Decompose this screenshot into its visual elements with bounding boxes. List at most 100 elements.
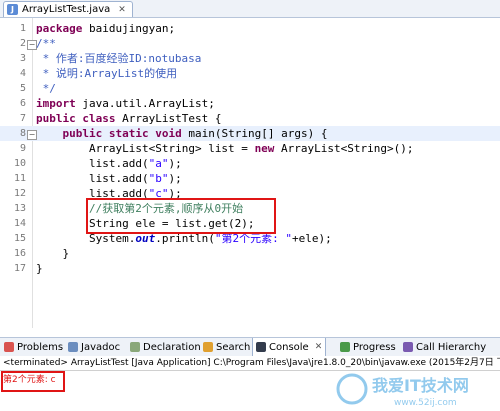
- line-number: 14: [13, 218, 26, 229]
- keyword: class: [82, 112, 116, 125]
- views-tab-bar: Problems Javadoc Declaration Search Cons…: [0, 337, 500, 357]
- line-number: 11: [13, 173, 26, 184]
- code-text: }: [36, 246, 70, 261]
- java-file-icon: J: [7, 4, 18, 15]
- code-token: .println(: [155, 232, 215, 245]
- keyword: void: [155, 127, 182, 140]
- code-text: public static void main(String[] args) {: [36, 126, 328, 141]
- problems-icon: [4, 342, 14, 352]
- code-token: );: [168, 172, 182, 185]
- comment-token: 的使用: [144, 67, 178, 80]
- line-number: 7: [19, 113, 26, 124]
- code-line: 5 */: [0, 81, 500, 96]
- tab-console[interactable]: Console ✕: [252, 338, 327, 356]
- javadoc-icon: [68, 342, 78, 352]
- line-number: 6: [19, 98, 26, 109]
- tab-label: Progress: [353, 341, 396, 353]
- console-output-area[interactable]: 第2个元素: c: [0, 371, 500, 411]
- editor-tab-bar: J ArrayListTest.java ✕: [0, 0, 500, 18]
- keyword: new: [254, 142, 275, 155]
- line-number: 3: [19, 53, 26, 64]
- code-token: System.: [88, 232, 136, 245]
- code-token: list.add(: [88, 187, 149, 200]
- code-token: main(String[] args) {: [181, 127, 328, 140]
- code-line: 13 //获取第2个元素,顺序从0开始: [0, 201, 500, 216]
- line-number: 12: [13, 188, 26, 199]
- code-token: ArrayListTest {: [115, 112, 222, 125]
- close-icon[interactable]: ✕: [118, 5, 126, 15]
- line-number: 15: [13, 233, 26, 244]
- tab-search[interactable]: Search: [203, 338, 250, 356]
- code-token: }: [62, 247, 70, 260]
- console-icon: [256, 342, 266, 352]
- comment-token: ID:notubasa: [128, 52, 202, 65]
- code-line: 3 * 作者:百度经验ID:notubasa: [0, 51, 500, 66]
- code-token: String ele = list.get(2);: [88, 217, 255, 230]
- string-literal: "c": [148, 187, 169, 200]
- code-token: baidujingyan;: [82, 22, 176, 35]
- code-token: }: [36, 262, 43, 275]
- console-status-line: <terminated> ArrayListTest [Java Applica…: [0, 356, 500, 371]
- code-token: list.add(: [88, 172, 149, 185]
- keyword: import: [36, 97, 76, 110]
- tab-javadoc[interactable]: Javadoc: [68, 338, 120, 356]
- code-line: 1 package baidujingyan;: [0, 21, 500, 36]
- code-token: ArrayList<String> list =: [88, 142, 255, 155]
- keyword: public: [36, 112, 76, 125]
- comment-token: ArrayList: [84, 67, 145, 80]
- comment-token: //获取第2个元素,顺序从0开始: [88, 202, 244, 215]
- tab-label: Search: [216, 341, 251, 353]
- code-text: list.add("a");: [36, 156, 182, 171]
- code-editor[interactable]: 1 package baidujingyan; 2 − /** 3 * 作者:百…: [0, 18, 500, 352]
- code-text: String ele = list.get(2);: [36, 216, 255, 231]
- code-text: */: [36, 82, 56, 95]
- tab-label: Declaration: [143, 341, 201, 353]
- line-number: 17: [13, 263, 26, 274]
- code-text: /**: [36, 37, 56, 50]
- code-text: import java.util.ArrayList;: [36, 96, 215, 111]
- code-text: //获取第2个元素,顺序从0开始: [36, 201, 243, 216]
- tab-call-hierarchy[interactable]: Call Hierarchy: [403, 338, 486, 356]
- static-field: out: [135, 232, 156, 245]
- string-literal: "第2个元素: ": [214, 232, 292, 245]
- console-output-text: 第2个元素: c: [3, 375, 56, 385]
- keyword: public: [62, 127, 103, 140]
- code-line: 9 ArrayList<String> list = new ArrayList…: [0, 141, 500, 156]
- code-text: System.out.println("第2个元素: "+ele);: [36, 231, 332, 246]
- code-token: list.add(: [88, 157, 149, 170]
- editor-tab-arraylisttest[interactable]: J ArrayListTest.java ✕: [3, 1, 133, 17]
- close-icon[interactable]: ✕: [315, 342, 323, 352]
- tab-declaration[interactable]: Declaration: [130, 338, 201, 356]
- declaration-icon: [130, 342, 140, 352]
- tab-progress[interactable]: Progress: [340, 338, 396, 356]
- progress-icon: [340, 342, 350, 352]
- code-line: 17 }: [0, 261, 500, 276]
- editor-tab-title: ArrayListTest.java: [22, 4, 111, 15]
- comment-token: * 说明:: [36, 67, 85, 80]
- search-icon: [203, 342, 213, 352]
- line-number: 4: [19, 68, 26, 79]
- line-number: 2: [19, 38, 26, 49]
- code-line: 11 list.add("b");: [0, 171, 500, 186]
- keyword: static: [108, 127, 149, 140]
- code-line: 2 − /**: [0, 36, 500, 51]
- line-number: 13: [13, 203, 26, 214]
- line-number: 5: [19, 83, 26, 94]
- line-number: 8: [19, 128, 26, 139]
- line-number: 9: [19, 143, 26, 154]
- tab-label: Javadoc: [81, 341, 121, 353]
- comment-token: * 作者:百度经验: [36, 52, 129, 65]
- code-token: );: [168, 157, 182, 170]
- code-token: java.util.ArrayList;: [75, 97, 215, 110]
- call-hierarchy-icon: [403, 342, 413, 352]
- line-number: 16: [13, 248, 26, 259]
- code-text: * 说明:ArrayList的使用: [36, 66, 178, 81]
- tab-problems[interactable]: Problems: [4, 338, 63, 356]
- tab-label: Console: [269, 341, 309, 353]
- code-text: }: [36, 261, 43, 276]
- code-line: 12 list.add("c");: [0, 186, 500, 201]
- code-line-current: 8 − public static void main(String[] arg…: [0, 126, 500, 141]
- code-text: * 作者:百度经验ID:notubasa: [36, 51, 202, 66]
- tab-label: Call Hierarchy: [416, 341, 487, 353]
- code-token: );: [168, 187, 182, 200]
